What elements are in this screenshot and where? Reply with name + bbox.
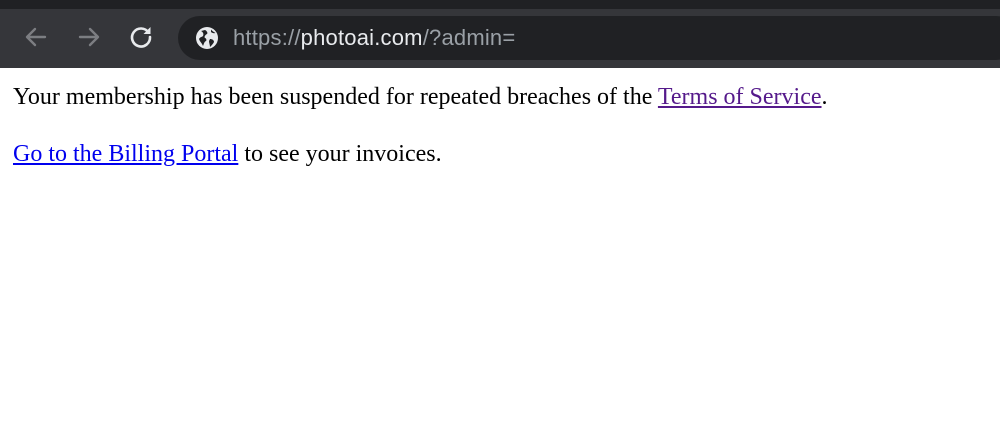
terms-of-service-link[interactable]: Terms of Service [658, 84, 822, 110]
globe-icon[interactable] [194, 25, 220, 51]
suspension-message: Your membership has been suspended for r… [13, 80, 1000, 114]
suspension-text: Your membership has been suspended for r… [13, 84, 658, 110]
url-scheme: https:// [233, 25, 301, 50]
back-arrow-icon [25, 27, 47, 47]
suspension-suffix: . [821, 84, 828, 110]
reload-icon [130, 27, 152, 48]
page-body: Your membership has been suspended for r… [0, 68, 1000, 171]
billing-text: to see your invoices. [238, 141, 442, 167]
billing-message: Go to the Billing Portal to see your inv… [13, 137, 1000, 171]
browser-toolbar: https://photoai.com/?admin= [0, 0, 1000, 68]
tab-strip [0, 0, 1000, 9]
back-button[interactable] [16, 17, 56, 57]
forward-button[interactable] [69, 17, 109, 57]
forward-arrow-icon [78, 27, 100, 47]
url-text: https://photoai.com/?admin= [233, 25, 515, 51]
url-host: photoai.com [300, 25, 423, 50]
reload-button[interactable] [121, 17, 161, 57]
url-path: /?admin= [422, 25, 516, 50]
address-bar[interactable]: https://photoai.com/?admin= [178, 16, 1000, 60]
billing-portal-link[interactable]: Go to the Billing Portal [13, 141, 238, 167]
